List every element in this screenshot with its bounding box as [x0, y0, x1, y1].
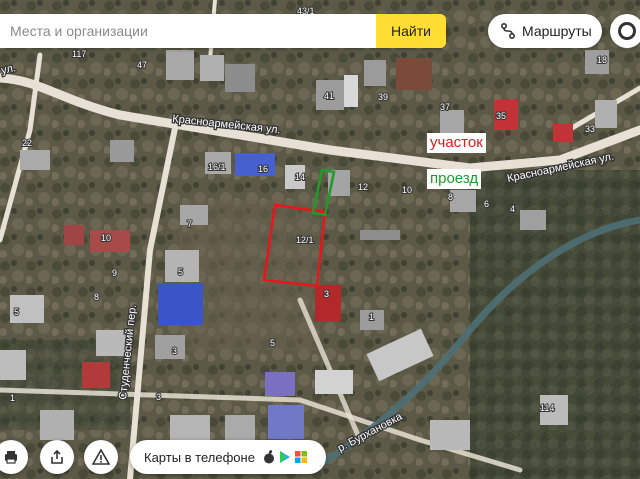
house-number: 7 [187, 219, 192, 229]
promo-label: Карты в телефоне [144, 449, 255, 465]
house-number: 10 [101, 233, 111, 243]
share-button[interactable] [40, 440, 74, 474]
house-number: 3 [156, 392, 161, 402]
house-number: 37 [440, 102, 450, 112]
house-number: 3 [324, 289, 329, 299]
house-number: 35 [496, 111, 506, 121]
plot-annotation: участок [427, 133, 486, 153]
house-number: 16 [258, 164, 268, 174]
house-number: 117 [72, 49, 86, 59]
report-button[interactable] [84, 440, 118, 474]
route-icon [501, 23, 515, 39]
profile-button[interactable] [610, 14, 640, 48]
find-button[interactable]: Найти [376, 14, 446, 48]
house-number: 1 [369, 312, 374, 322]
house-number: 47 [137, 60, 147, 70]
house-number: 4 [510, 204, 515, 214]
search-bar: Найти [0, 14, 446, 48]
passage-annotation: проезд [427, 169, 482, 189]
house-number: 1 [10, 393, 15, 403]
routes-button[interactable]: Маршруты [488, 14, 602, 48]
windows-store-icon [294, 451, 307, 463]
warning-icon [92, 449, 110, 465]
house-number: 16/1 [208, 162, 226, 172]
house-number: 22 [22, 138, 32, 148]
house-number: 5 [178, 267, 183, 277]
house-number: 18 [597, 55, 607, 65]
house-number: 14 [295, 172, 305, 182]
house-number: 12/1 [296, 235, 314, 245]
house-number: 5 [14, 307, 19, 317]
house-number: 5 [270, 338, 275, 348]
house-number: 39 [378, 92, 388, 102]
house-number: 33 [585, 124, 595, 134]
house-number: 8 [448, 192, 453, 202]
share-icon [51, 449, 63, 464]
house-number: 114 [540, 403, 554, 413]
apple-icon [263, 450, 274, 464]
house-number: 12 [358, 182, 368, 192]
house-number: 6 [484, 199, 489, 209]
printer-icon [5, 451, 17, 464]
house-number: 10 [402, 185, 412, 195]
profile-icon [618, 22, 636, 40]
mobile-app-promo[interactable]: Карты в телефоне [130, 440, 326, 474]
house-number: 41 [324, 91, 334, 101]
tree-area-east [470, 170, 640, 479]
house-number: 8 [94, 292, 99, 302]
house-number: 3 [172, 346, 177, 356]
search-input[interactable] [0, 14, 376, 48]
routes-label: Маршруты [522, 23, 592, 39]
house-number: 9 [112, 268, 117, 278]
satellite-map[interactable]: Красноармейская ул. Красноармейская ул. … [0, 0, 640, 479]
google-play-icon [279, 451, 290, 463]
